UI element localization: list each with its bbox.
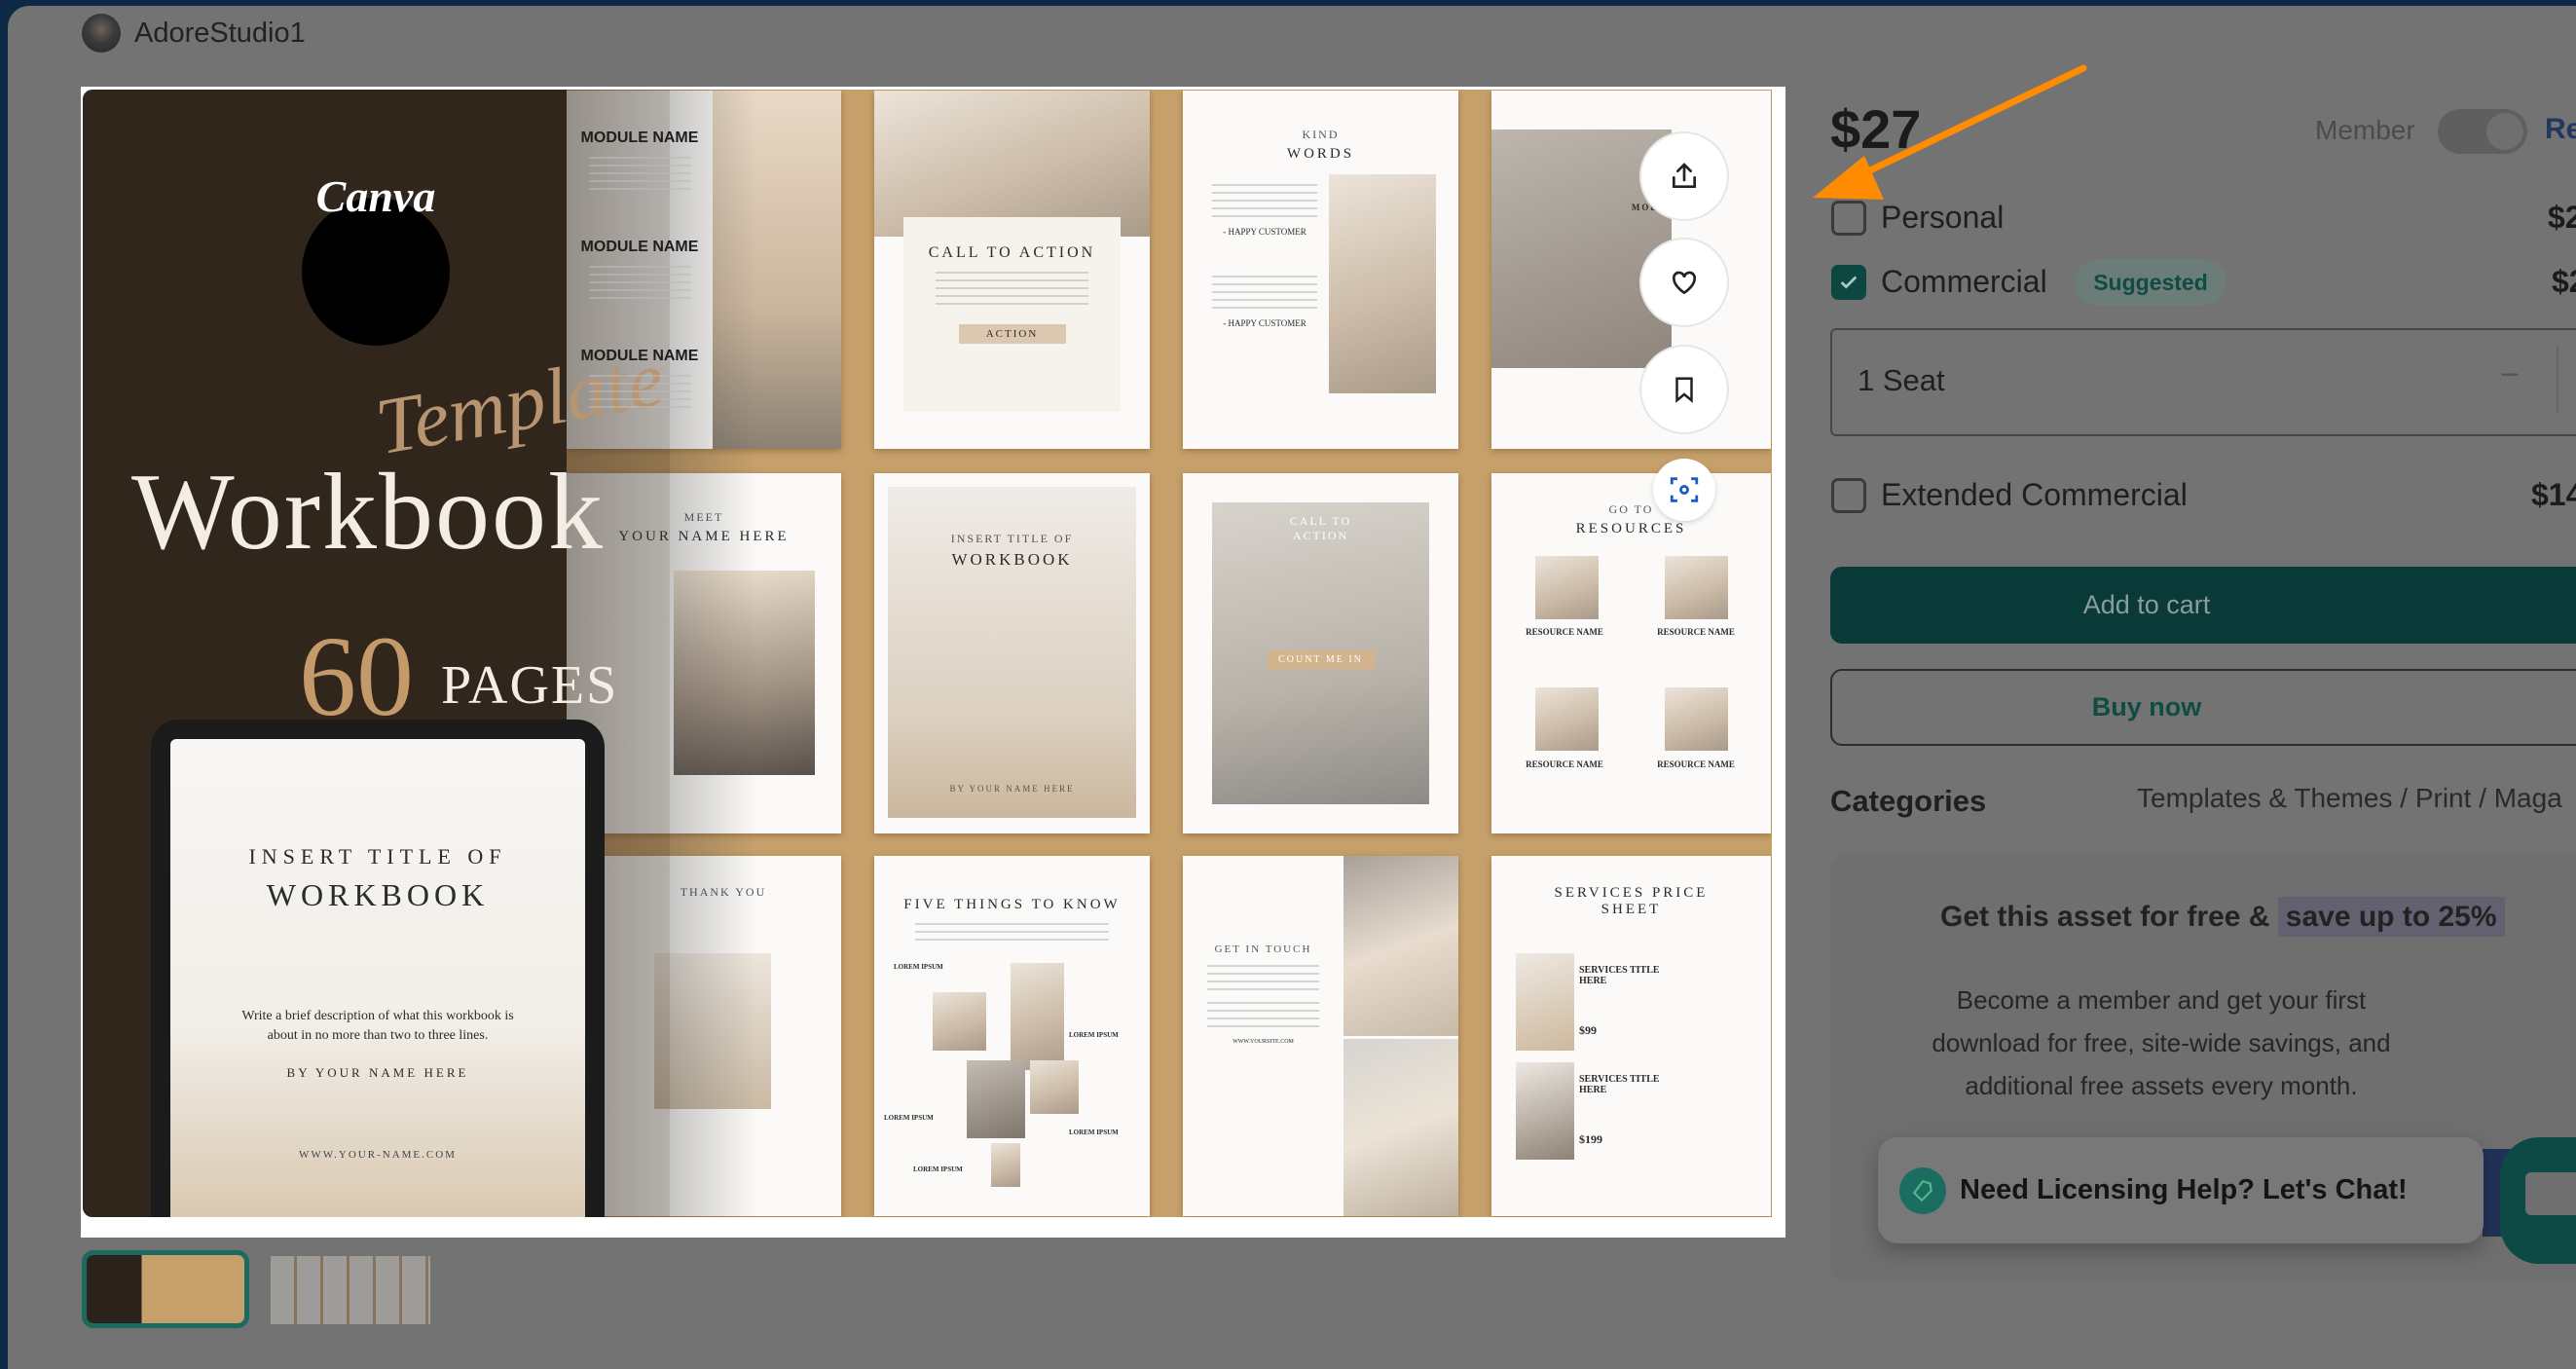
module-label: MODULE NAME (580, 348, 699, 364)
module-label: MODULE NAME (580, 130, 699, 146)
module-labels: MODULE NAME MODULE NAME MODULE NAME (567, 91, 713, 418)
module-label: MODULE NAME (580, 239, 699, 255)
annotation-arrow (1813, 64, 2087, 200)
